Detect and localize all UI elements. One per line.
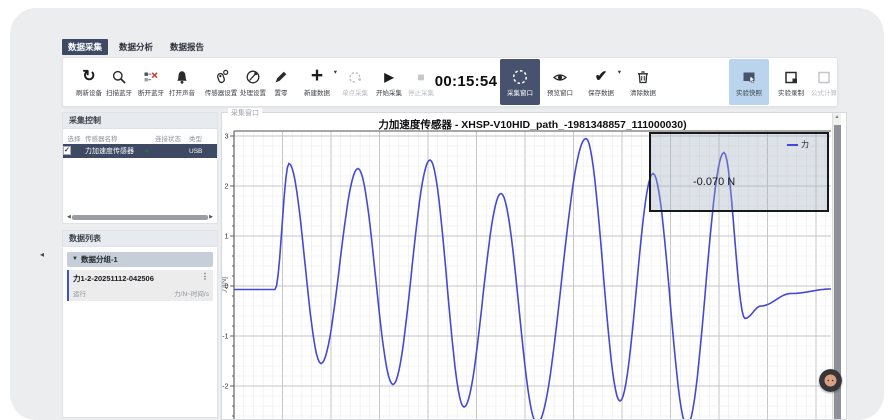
user-avatar[interactable] [819, 369, 842, 392]
toolbar-button-label: 打开声音 [169, 87, 195, 97]
toolbar-button-bell[interactable]: 打开声音 [162, 59, 202, 105]
formula-window-icon [816, 67, 832, 86]
toolbar-button-plus[interactable]: +新建数据▾ [297, 59, 337, 105]
chevron-down-icon[interactable]: ▾ [618, 68, 621, 76]
data-item-status: 运行 [73, 288, 86, 298]
item-more-icon[interactable]: ⋮ [201, 273, 209, 284]
data-group-row[interactable]: ▼ 数据分组-1 [67, 252, 213, 267]
toolbar-button-label: 公式计算 [811, 87, 837, 97]
svg-text:3: 3 [225, 134, 229, 141]
data-group-label: 数据分组-1 [81, 255, 118, 264]
chart-legend: 力 [787, 139, 809, 150]
toolbar-button-label: 扫描蓝牙 [106, 87, 132, 97]
toolbar-button-formula-window[interactable]: 公式计算 [809, 59, 839, 105]
sensor-settings-icon [213, 67, 229, 86]
scroll-left-icon[interactable]: ◀ [67, 214, 71, 221]
acquisition-timer: 00:15:54 [431, 58, 501, 104]
record-window-icon [783, 67, 799, 86]
dashed-circle-icon [511, 67, 529, 86]
data-list-title: 数据列表 [63, 231, 217, 247]
data-list-panel: 数据列表 ▼ 数据分组-1 力1-2-20251112-042506 ⋮ 运行 … [62, 230, 218, 418]
toolbar-button-label: 清除数据 [630, 87, 656, 97]
collapse-left-panel-button[interactable]: ◂ [40, 250, 44, 259]
snapshot-icon [741, 67, 757, 86]
column-header: 传感器名称 [85, 133, 147, 143]
measurement-annotation: -0.070 N [693, 176, 735, 188]
sensor-row[interactable]: ✓ 力加速度传感器 USB [63, 144, 217, 158]
toolbar-button-label: 采集窗口 [507, 87, 533, 97]
app-window: 数据采集数据分析数据报告 00:15:54 ↻刷新设备扫描蓝牙断开蓝牙打开声音传… [0, 0, 894, 420]
bluetooth-disconnect-icon [143, 67, 159, 86]
collect-control-title: 采集控制 [63, 113, 217, 129]
toolbar-button-label: 实验录制 [778, 87, 804, 97]
toolbar-button-label: 置零 [275, 87, 288, 97]
bell-icon [174, 67, 190, 86]
toolbar-button-label: 新建数据 [304, 87, 330, 97]
toolbar-button-check[interactable]: ✔保存数据 ▾ [581, 59, 621, 105]
chart-panel-label: 采集窗口 [228, 108, 262, 118]
plus-icon: + [311, 67, 323, 86]
data-item-name: 力1-2-20251112-042506 [73, 273, 154, 284]
trash-icon [635, 67, 651, 86]
toolbar-button-label: 处理设置 [240, 87, 266, 97]
toolbar-button-eye[interactable]: 预览窗口 [540, 59, 580, 105]
legend-label: 力 [801, 139, 809, 150]
legend-line-swatch [787, 144, 798, 146]
tab-2[interactable]: 数据报告 [164, 39, 210, 55]
svg-text:1: 1 [225, 234, 229, 241]
sensor-checkbox[interactable]: ✓ [63, 146, 71, 155]
toolbar: 00:15:54 ↻刷新设备扫描蓝牙断开蓝牙打开声音传感器设置处理设置置零+新建… [62, 57, 838, 107]
toolbar-button-label: 单点采集 [342, 87, 368, 97]
sensor-table-hscrollbar[interactable]: ◀ ▶ [67, 214, 213, 221]
pen-zero-icon [273, 67, 289, 86]
stop-icon: ■ [417, 67, 424, 86]
chart-title: 力加速度传感器 - XHSP-V10HID_path_-1981348857_1… [234, 117, 831, 132]
column-header: 类型 [189, 133, 217, 143]
toolbar-button-pen-zero[interactable]: 置零 [265, 59, 297, 105]
tab-1[interactable]: 数据分析 [113, 39, 159, 55]
refresh-icon: ↻ [82, 67, 95, 86]
svg-text:2: 2 [225, 184, 229, 191]
scroll-up-icon[interactable]: ▲ [833, 114, 841, 120]
toolbar-button-label: 断开蓝牙 [138, 87, 164, 97]
tab-bar: 数据采集数据分析数据报告 [62, 39, 210, 55]
toolbar-button-trash[interactable]: 清除数据 [623, 59, 663, 105]
chevron-down-icon[interactable]: ▼ [72, 252, 78, 267]
play-icon: ▶ [384, 67, 393, 86]
toolbar-button-dashed-circle[interactable]: 采集窗口 [500, 59, 540, 105]
single-point-icon [347, 67, 363, 86]
column-header: 连接状态 [147, 133, 189, 143]
process-settings-icon [245, 67, 261, 86]
hscroll-thumb[interactable] [72, 215, 208, 220]
svg-text:-2: -2 [222, 384, 228, 391]
toolbar-button-label: 预览窗口 [547, 87, 573, 97]
sensor-table-header: 选择传感器名称连接状态类型 [63, 131, 217, 144]
scroll-right-icon[interactable]: ▶ [209, 214, 213, 221]
data-item[interactable]: 力1-2-20251112-042506 ⋮ 运行 力/N~时间/s [67, 270, 213, 301]
toolbar-button-record-window[interactable]: 实验录制 [771, 59, 811, 105]
collect-control-panel: 采集控制 选择传感器名称连接状态类型 ✓ 力加速度传感器 USB ◀ ▶ [62, 112, 218, 224]
data-item-axes: 力/N~时间/s [174, 288, 209, 298]
chart-panel: 采集窗口 力加速度传感器 - XHSP-V10HID_path_-1981348… [221, 112, 847, 420]
toolbar-button-label: 实验快照 [736, 87, 762, 97]
toolbar-button-label: 停止采集 [408, 87, 434, 97]
toolbar-button-stop[interactable]: ■停止采集 [401, 59, 441, 105]
toolbar-button-label: 保存数据 [588, 87, 614, 97]
sensor-name: 力加速度传感器 [85, 146, 147, 156]
sensor-type: USB [189, 148, 217, 155]
search-icon [111, 67, 127, 86]
column-header: 选择 [63, 133, 85, 143]
toolbar-button-snapshot[interactable]: 实验快照 [729, 59, 769, 105]
check-icon: ✔ [595, 67, 608, 86]
svg-text:力[N]: 力[N] [222, 277, 228, 293]
eye-icon [552, 67, 568, 86]
toolbar-button-label: 开始采集 [376, 87, 402, 97]
tab-0[interactable]: 数据采集 [62, 39, 108, 55]
svg-text:-1: -1 [222, 334, 228, 341]
avatar-face [819, 369, 842, 392]
